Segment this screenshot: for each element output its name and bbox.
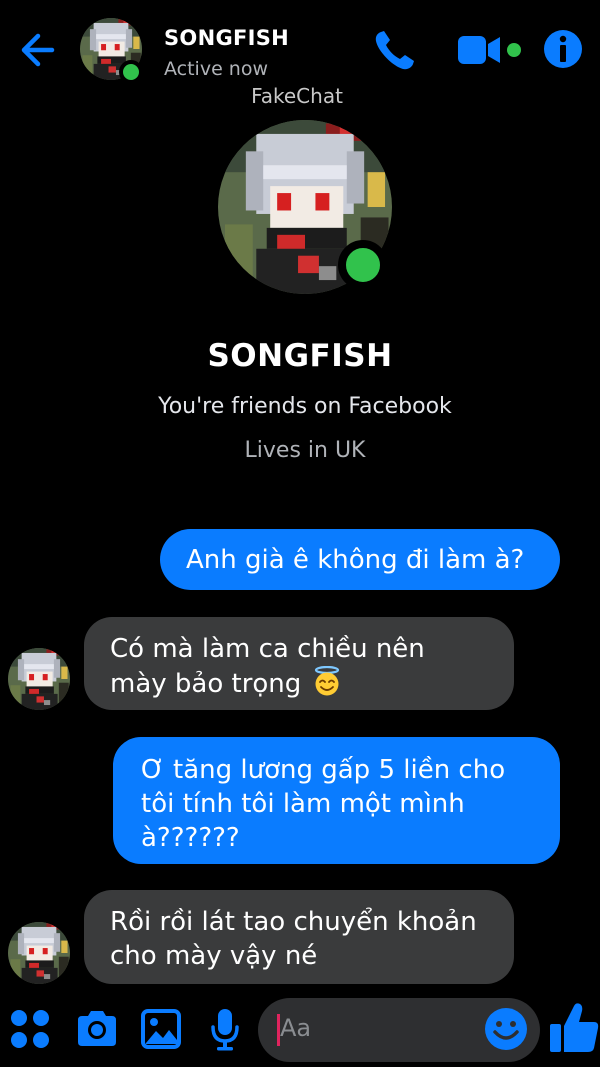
message-text: cho mày vậy né bbox=[110, 941, 318, 971]
phone-icon bbox=[375, 31, 414, 70]
sender-avatar[interactable] bbox=[8, 922, 70, 984]
info-button[interactable] bbox=[542, 28, 584, 70]
message-text: à?????? bbox=[141, 823, 240, 853]
gallery-button[interactable] bbox=[140, 1006, 182, 1052]
camera-button[interactable] bbox=[74, 1006, 120, 1052]
location-info: Lives in UK bbox=[244, 438, 366, 463]
incoming-message[interactable]: Rồi rồi lát tao chuyển khoản cho mày vậy… bbox=[84, 890, 514, 984]
emoji-button[interactable] bbox=[483, 1006, 529, 1052]
apps-grid-icon bbox=[11, 1010, 49, 1048]
incoming-message[interactable]: Có mà làm ca chiều nên mày bảo trọng bbox=[84, 617, 514, 710]
camera-icon bbox=[78, 1011, 116, 1046]
watermark: FakeChat bbox=[251, 84, 343, 108]
message-text: Rồi rồi lát tao chuyển khoản bbox=[110, 907, 477, 937]
video-camera-icon bbox=[458, 36, 521, 64]
online-indicator bbox=[119, 60, 143, 84]
voice-call-button[interactable] bbox=[372, 28, 418, 74]
message-text: Anh già ê không đi làm à? bbox=[186, 545, 525, 575]
message-text: tôi tính tôi làm một mình bbox=[141, 789, 465, 819]
message-text: Ơ tăng lương gấp 5 liền cho bbox=[141, 755, 506, 785]
back-button[interactable] bbox=[16, 30, 56, 70]
outgoing-message[interactable]: Anh già ê không đi làm à? bbox=[160, 529, 560, 590]
back-arrow-icon bbox=[21, 33, 55, 67]
info-icon bbox=[544, 30, 582, 68]
message-input-placeholder: Aa bbox=[280, 1014, 312, 1042]
friends-status: You're friends on Facebook bbox=[158, 394, 452, 419]
image-icon bbox=[141, 1009, 181, 1049]
active-status: Active now bbox=[164, 58, 269, 80]
profile-name: SONGFISH bbox=[207, 338, 393, 374]
contact-name[interactable]: SONGFISH bbox=[164, 26, 289, 50]
smiling-face-with-halo-icon bbox=[310, 666, 344, 696]
like-button[interactable] bbox=[548, 1000, 600, 1056]
thumbs-up-icon bbox=[550, 1003, 599, 1052]
outgoing-message[interactable]: Ơ tăng lương gấp 5 liền cho tôi tính tôi… bbox=[113, 737, 560, 864]
profile-online-indicator bbox=[338, 240, 388, 290]
microphone-icon bbox=[211, 1009, 239, 1051]
message-text: mày bảo trọng bbox=[110, 669, 302, 699]
message-text: Có mà làm ca chiều nên bbox=[110, 634, 425, 664]
apps-button[interactable] bbox=[8, 1006, 52, 1052]
video-call-button[interactable] bbox=[456, 30, 526, 70]
voice-clip-button[interactable] bbox=[208, 1006, 242, 1052]
emoji-icon bbox=[485, 1008, 527, 1050]
sender-avatar[interactable] bbox=[8, 648, 70, 710]
